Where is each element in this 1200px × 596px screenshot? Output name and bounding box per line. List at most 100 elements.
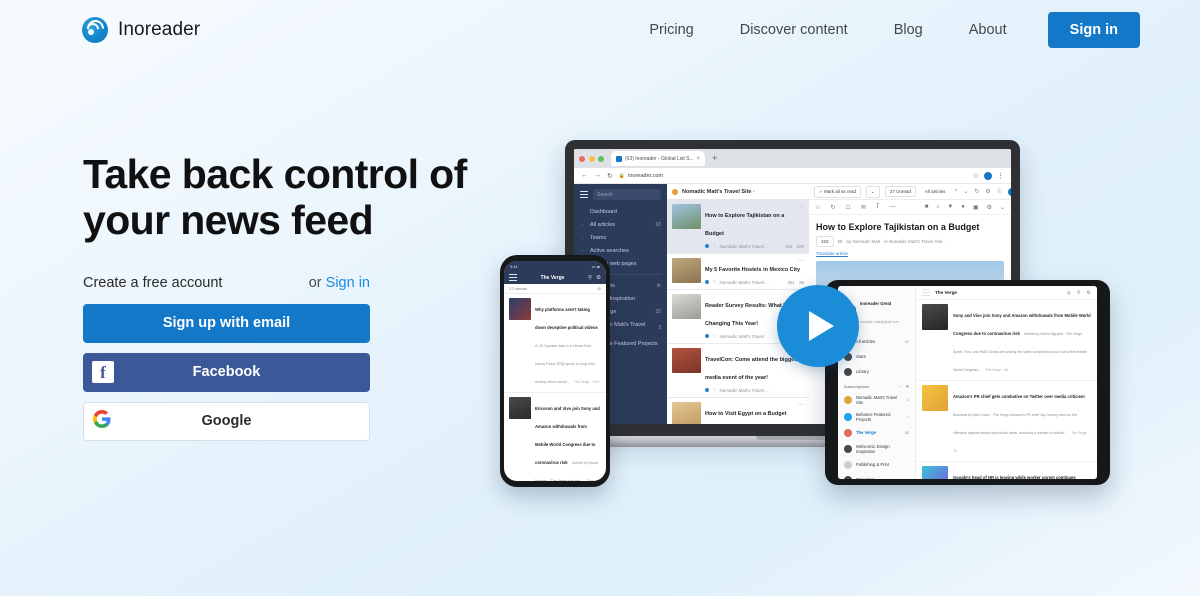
table-row[interactable]: How to Explore Tajikistan on a Budget ☆ … bbox=[667, 200, 809, 254]
list-item[interactable]: Ericsson and Vivo join Sony and Amazon w… bbox=[504, 393, 606, 481]
filter-all-articles[interactable]: All articles bbox=[921, 187, 950, 196]
evernote-share-icon[interactable]: ● bbox=[961, 204, 965, 211]
signin-link[interactable]: Sign in bbox=[326, 275, 370, 291]
sidebar-sub-nomadic-matt[interactable]: Nomadic Matt's Travel Site 3 bbox=[838, 391, 915, 408]
tablet-feed-title: The Verge bbox=[935, 290, 957, 295]
close-window-icon bbox=[579, 155, 585, 162]
table-row[interactable]: My 5 Favorite Hostels in Mexico City ☆ N… bbox=[667, 254, 809, 290]
star-icon[interactable]: ☆ bbox=[712, 423, 716, 424]
gear-icon[interactable]: ⚙ bbox=[657, 283, 661, 289]
views-badge: 153 bbox=[816, 236, 834, 247]
nav-item-blog[interactable]: Blog bbox=[871, 14, 946, 46]
list-item[interactable]: Google's head of HR is leaving while wor… bbox=[916, 462, 1097, 479]
avatar[interactable] bbox=[984, 171, 992, 180]
chevron-down-icon[interactable]: ⌄ bbox=[866, 185, 880, 198]
search-icon[interactable]: ⚲ bbox=[588, 275, 592, 281]
gear-icon[interactable]: ⚙ bbox=[1087, 290, 1091, 296]
play-video-button[interactable] bbox=[777, 285, 859, 367]
signup-with-facebook-button[interactable]: f Facebook bbox=[83, 352, 370, 392]
phone-filter-bar[interactable]: 17 unread ◎ bbox=[504, 284, 606, 294]
kebab-menu-icon[interactable]: … bbox=[798, 203, 805, 209]
nav-item-about[interactable]: About bbox=[946, 14, 1030, 46]
notifications-icon[interactable]: ☉ bbox=[997, 188, 1002, 195]
nav-item-pricing[interactable]: Pricing bbox=[626, 14, 716, 46]
close-tab-icon[interactable]: × bbox=[697, 156, 701, 162]
pinterest-share-icon[interactable]: ▣ bbox=[973, 204, 979, 211]
circle-check-icon[interactable]: ◎ bbox=[598, 286, 602, 291]
sidebar-sub-webcomic-design[interactable]: Webcomic Design Inspiration bbox=[838, 440, 915, 457]
table-row[interactable]: How to Visit Egypt on a Budget ☆ Nomadic… bbox=[667, 398, 809, 424]
article-comments: 36 bbox=[798, 279, 804, 285]
chevron-down-icon[interactable]: ⌄ bbox=[963, 188, 968, 195]
list-item[interactable]: Amazon's PR chief gets combative on Twit… bbox=[916, 381, 1097, 462]
pocket-share-icon[interactable]: ▼ bbox=[947, 204, 953, 211]
list-item[interactable]: Sony and Vivo join Sony and Amazon withd… bbox=[916, 300, 1097, 381]
brand-logo[interactable]: Inoreader bbox=[82, 15, 200, 43]
chevron-down-icon[interactable]: ⌄ bbox=[1000, 204, 1005, 211]
search-input[interactable]: Search bbox=[593, 189, 661, 200]
window-controls[interactable] bbox=[579, 155, 604, 162]
star-icon[interactable]: ☆ bbox=[815, 204, 820, 211]
star-icon[interactable]: ☆ bbox=[712, 387, 716, 393]
google-button-label: Google bbox=[201, 413, 252, 430]
kebab-menu-icon[interactable]: ⋮ bbox=[997, 172, 1004, 180]
avatar[interactable] bbox=[1008, 187, 1011, 196]
star-icon[interactable]: ☆ bbox=[712, 243, 716, 249]
tag-icon[interactable]: ☖ bbox=[845, 204, 850, 211]
sidebar-item-count: 3 bbox=[658, 324, 661, 331]
star-icon[interactable]: ☆ bbox=[712, 333, 716, 339]
refresh-icon[interactable]: ↻ bbox=[974, 188, 979, 195]
collapse-icon[interactable]: – bbox=[900, 384, 902, 389]
hamburger-icon[interactable] bbox=[922, 288, 930, 297]
sidebar-sub-the-verge[interactable]: The Verge 32 bbox=[838, 425, 915, 440]
kebab-menu-icon[interactable]: … bbox=[798, 257, 805, 263]
gear-icon[interactable]: ⚙ bbox=[596, 275, 601, 281]
hero-title-line-2: your news feed bbox=[83, 196, 374, 243]
text-size-icon[interactable]: T bbox=[876, 204, 880, 210]
twitter-share-icon[interactable]: ♪ bbox=[936, 204, 939, 211]
new-tab-icon[interactable]: + bbox=[712, 154, 717, 163]
sidebar-item-teams[interactable]: › Teams bbox=[574, 231, 667, 244]
unread-count-badge[interactable]: 27 Unread bbox=[884, 186, 916, 197]
signup-with-google-button[interactable]: Google bbox=[83, 401, 370, 441]
browser-tab[interactable]: (63) Inoreader - Global List S... × bbox=[611, 151, 706, 166]
sidebar-sub-publishing-print[interactable]: Publishing & Print bbox=[838, 457, 915, 472]
reload-icon[interactable]: ↻ bbox=[607, 172, 613, 180]
mark-all-read-button[interactable]: ✓ Mark all as read bbox=[814, 185, 862, 198]
list-item[interactable]: Why platforms aren't taking down decepti… bbox=[504, 294, 606, 393]
sign-in-button[interactable]: Sign in bbox=[1047, 11, 1140, 48]
sidebar-item-all-articles[interactable]: › All articles 63 bbox=[574, 218, 667, 231]
sidebar-item-label: Behance Featured Projects bbox=[856, 411, 891, 422]
email-icon[interactable]: ✉ bbox=[861, 204, 866, 211]
star-icon[interactable]: ☆ bbox=[973, 172, 979, 180]
hamburger-icon[interactable] bbox=[509, 273, 517, 282]
edit-icon[interactable]: ✎ bbox=[906, 384, 909, 389]
feed-favicon-icon bbox=[672, 188, 678, 195]
signup-with-email-button[interactable]: Sign up with email bbox=[83, 303, 370, 343]
subscriptions-label-row: Subscriptions – ✎ bbox=[838, 379, 915, 391]
refresh-icon[interactable]: ↻ bbox=[830, 204, 835, 211]
star-icon[interactable]: ☆ bbox=[712, 279, 716, 285]
sidebar-item-dashboard[interactable]: Dashboard bbox=[574, 205, 667, 218]
sidebar-item-library[interactable]: Library bbox=[838, 364, 915, 379]
kebab-menu-icon[interactable]: … bbox=[798, 401, 805, 407]
reader-article-title: How to Explore Tajikistan on a Budget bbox=[816, 222, 980, 232]
mark-read-icon[interactable]: ◎ bbox=[1066, 290, 1070, 296]
unread-dot-icon bbox=[705, 244, 709, 248]
more-icon[interactable]: — bbox=[890, 204, 896, 210]
tab-title: (63) Inoreader - Global List S... bbox=[625, 155, 694, 162]
settings-icon[interactable]: ⚙ bbox=[985, 188, 990, 195]
search-icon[interactable]: ⚲ bbox=[1077, 290, 1081, 296]
article-thumbnail bbox=[509, 397, 531, 419]
nav-item-discover-content[interactable]: Discover content bbox=[717, 14, 871, 46]
translate-article-link[interactable]: Translate article bbox=[809, 251, 1011, 261]
sidebar-sub-television[interactable]: Television bbox=[838, 472, 915, 479]
sidebar-sub-behance[interactable]: Behance Featured Projects 1 bbox=[838, 408, 915, 425]
arrow-left-icon[interactable]: ← bbox=[581, 172, 588, 179]
url-input[interactable]: 🔒 inoreader.com bbox=[619, 173, 967, 179]
chevron-up-icon[interactable]: ^ bbox=[954, 189, 957, 195]
hamburger-icon[interactable] bbox=[580, 190, 588, 199]
arrow-right-icon[interactable]: → bbox=[594, 172, 601, 179]
facebook-share-icon[interactable]: ■ bbox=[925, 204, 929, 211]
gear-icon[interactable]: ⚙ bbox=[987, 204, 992, 211]
